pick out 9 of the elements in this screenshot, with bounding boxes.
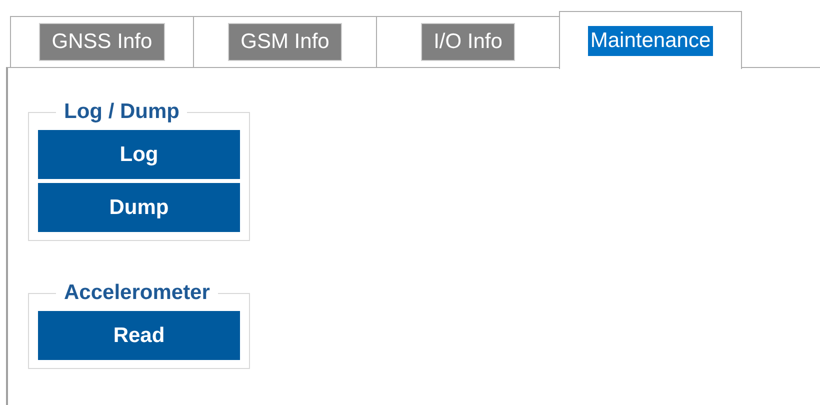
tab[interactable]: GNSS Info bbox=[10, 16, 193, 68]
group-title: Accelerometer bbox=[63, 280, 211, 306]
group-title: Log / Dump bbox=[63, 99, 180, 125]
action-button[interactable]: Read bbox=[38, 311, 240, 360]
tab[interactable]: Maintenance bbox=[559, 11, 742, 69]
tab[interactable]: GSM Info bbox=[193, 16, 376, 68]
tab[interactable]: I/O Info bbox=[376, 16, 559, 68]
action-button[interactable]: Log bbox=[38, 130, 240, 179]
action-button[interactable]: Dump bbox=[38, 183, 240, 232]
